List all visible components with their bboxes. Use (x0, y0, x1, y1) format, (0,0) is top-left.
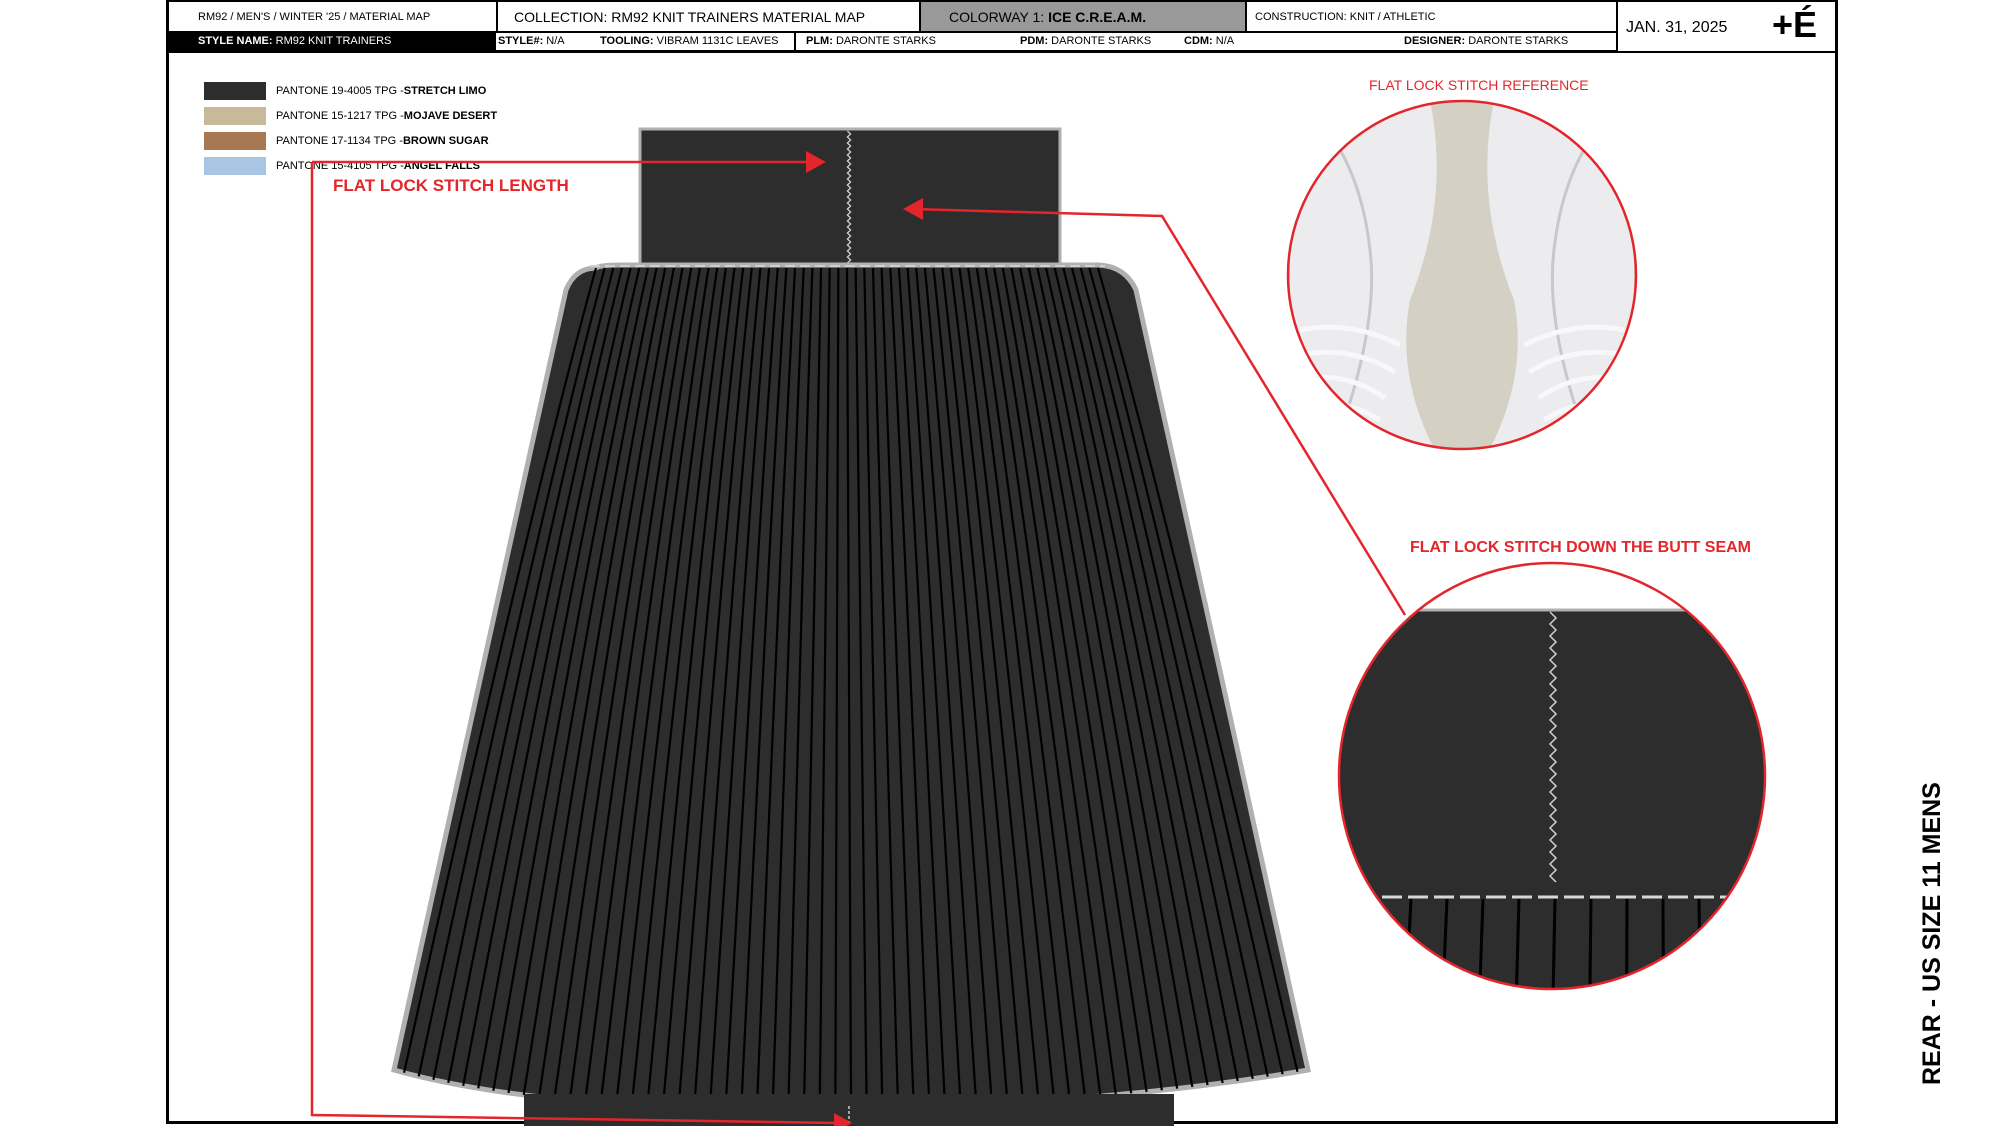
knit-rib-line (1551, 898, 1557, 989)
knit-rib-line (1771, 899, 1774, 1000)
view-label: REAR - US SIZE 11 MENS (1918, 782, 1946, 1085)
knit-rib-line (1843, 899, 1847, 1000)
stitch-reference-label: FLAT LOCK STITCH REFERENCE (1369, 77, 1589, 93)
knit-rib-line (1879, 899, 1884, 1000)
knit-rib-line (1733, 898, 1739, 989)
knit-rib-line (1807, 899, 1811, 1000)
butt-seam-label: FLAT LOCK STITCH DOWN THE BUTT SEAM (1410, 539, 1751, 556)
knit-rib-line (1697, 898, 1702, 989)
shoe-rear-technical-drawing (310, 99, 1884, 1126)
stitch-length-label: FLAT LOCK STITCH LENGTH (333, 176, 569, 195)
heel-collar-tab (638, 127, 1062, 268)
stitch-reference-photo (1288, 101, 1636, 449)
knit-rib-line (1367, 898, 1377, 989)
